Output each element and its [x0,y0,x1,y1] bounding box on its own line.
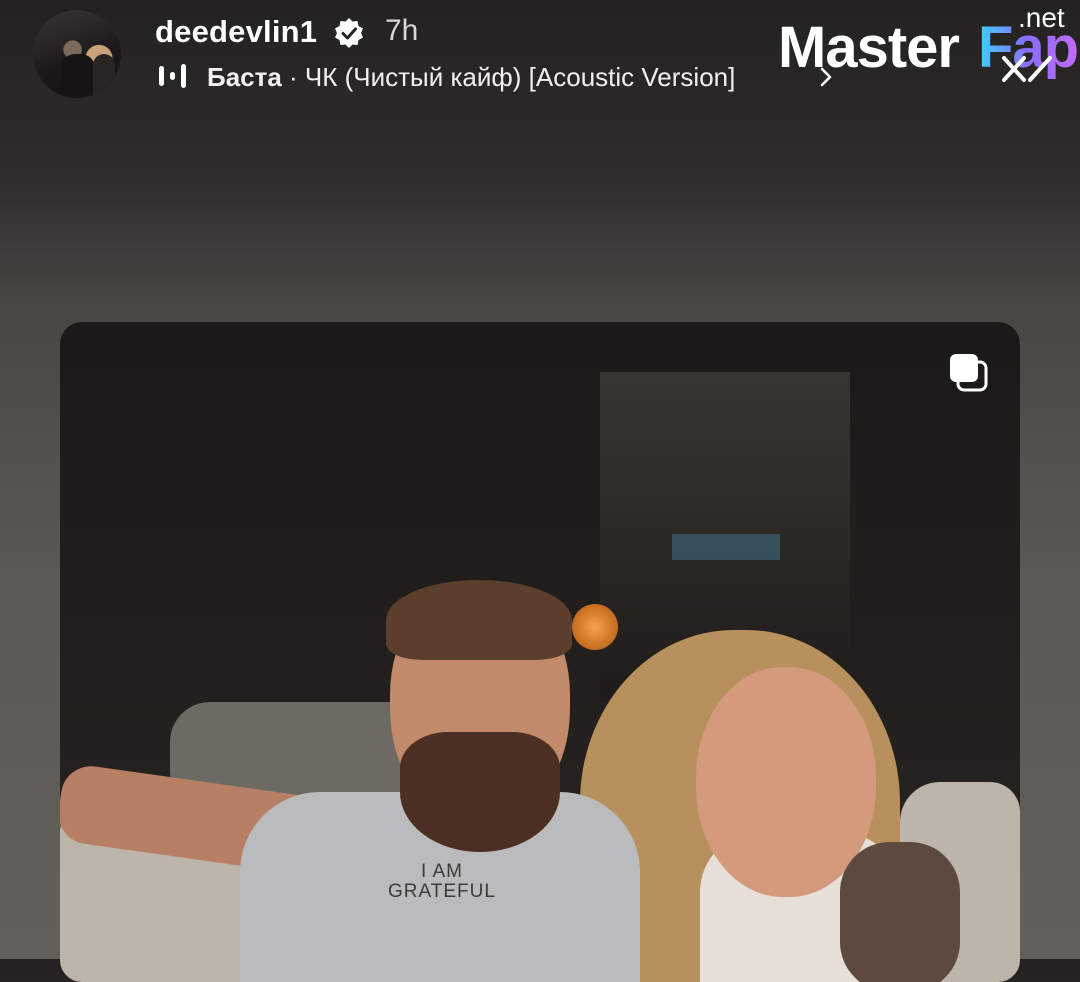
background-tv [672,534,780,560]
avatar-figure [93,54,115,98]
shirt-line-2: GRATEFUL [388,881,496,902]
man-hair [386,580,572,660]
avatar-figure [61,54,95,98]
tattooed-arm [840,842,960,982]
shirt-line-1: I AM [420,861,463,882]
watermark-net: .net [1018,2,1065,33]
watermark-master: Master [778,15,960,80]
watermark-cross-icon [1002,56,1052,82]
audio-bars-icon [159,64,186,88]
man-beard [400,732,560,852]
music-info[interactable]: Баста · ЧК (Чистый кайф) [Acoustic Versi… [207,62,735,93]
music-separator: · [281,62,305,92]
username[interactable]: deedevlin1 [155,14,317,50]
watermark-logo: Master Fap .net [778,2,1079,88]
background-lamp [572,604,618,650]
verified-badge-icon [335,18,363,48]
multiple-images-icon [950,354,988,392]
story-photo[interactable]: I AM GRATEFUL [60,322,1020,982]
post-time: 7h [385,14,419,47]
music-track: ЧК (Чистый кайф) [Acoustic Version] [304,62,736,92]
shirt-print: I AM GRATEFUL [388,862,496,902]
music-artist: Баста [207,62,282,92]
profile-avatar[interactable] [33,10,121,98]
